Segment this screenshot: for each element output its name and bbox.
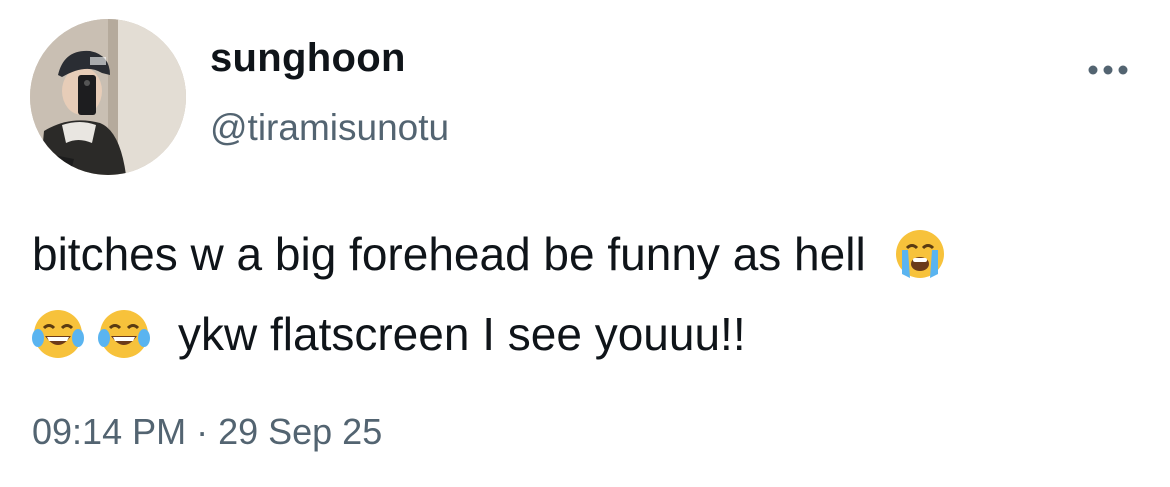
tweet-text: bitches w a big forehead be funny as hel…	[32, 214, 1142, 374]
user-handle[interactable]: @tiramisunotu	[210, 106, 449, 150]
tweet-card: sunghoon @tiramisunotu bitches w a big f…	[0, 0, 1170, 487]
tweet-text-line-1: bitches w a big forehead be funny as hel…	[32, 214, 1142, 294]
tweet-text-line-2: ykw flatscreen I see youuu!!	[32, 294, 1142, 374]
profile-photo-icon	[30, 19, 186, 175]
tweet-text-part-1: bitches w a big forehead be funny as hel…	[32, 228, 866, 280]
more-horizontal-icon	[1088, 65, 1128, 75]
loudly-crying-face-icon	[894, 228, 946, 280]
avatar[interactable]	[30, 19, 186, 175]
face-with-tears-of-joy-icon	[32, 308, 84, 360]
timestamp[interactable]: 09:14 PM · 29 Sep 25	[32, 410, 382, 454]
display-name[interactable]: sunghoon	[210, 34, 406, 82]
face-with-tears-of-joy-icon	[98, 308, 150, 360]
tweet-text-part-2: ykw flatscreen I see youuu!!	[178, 308, 746, 360]
more-options-button[interactable]	[1085, 56, 1131, 84]
